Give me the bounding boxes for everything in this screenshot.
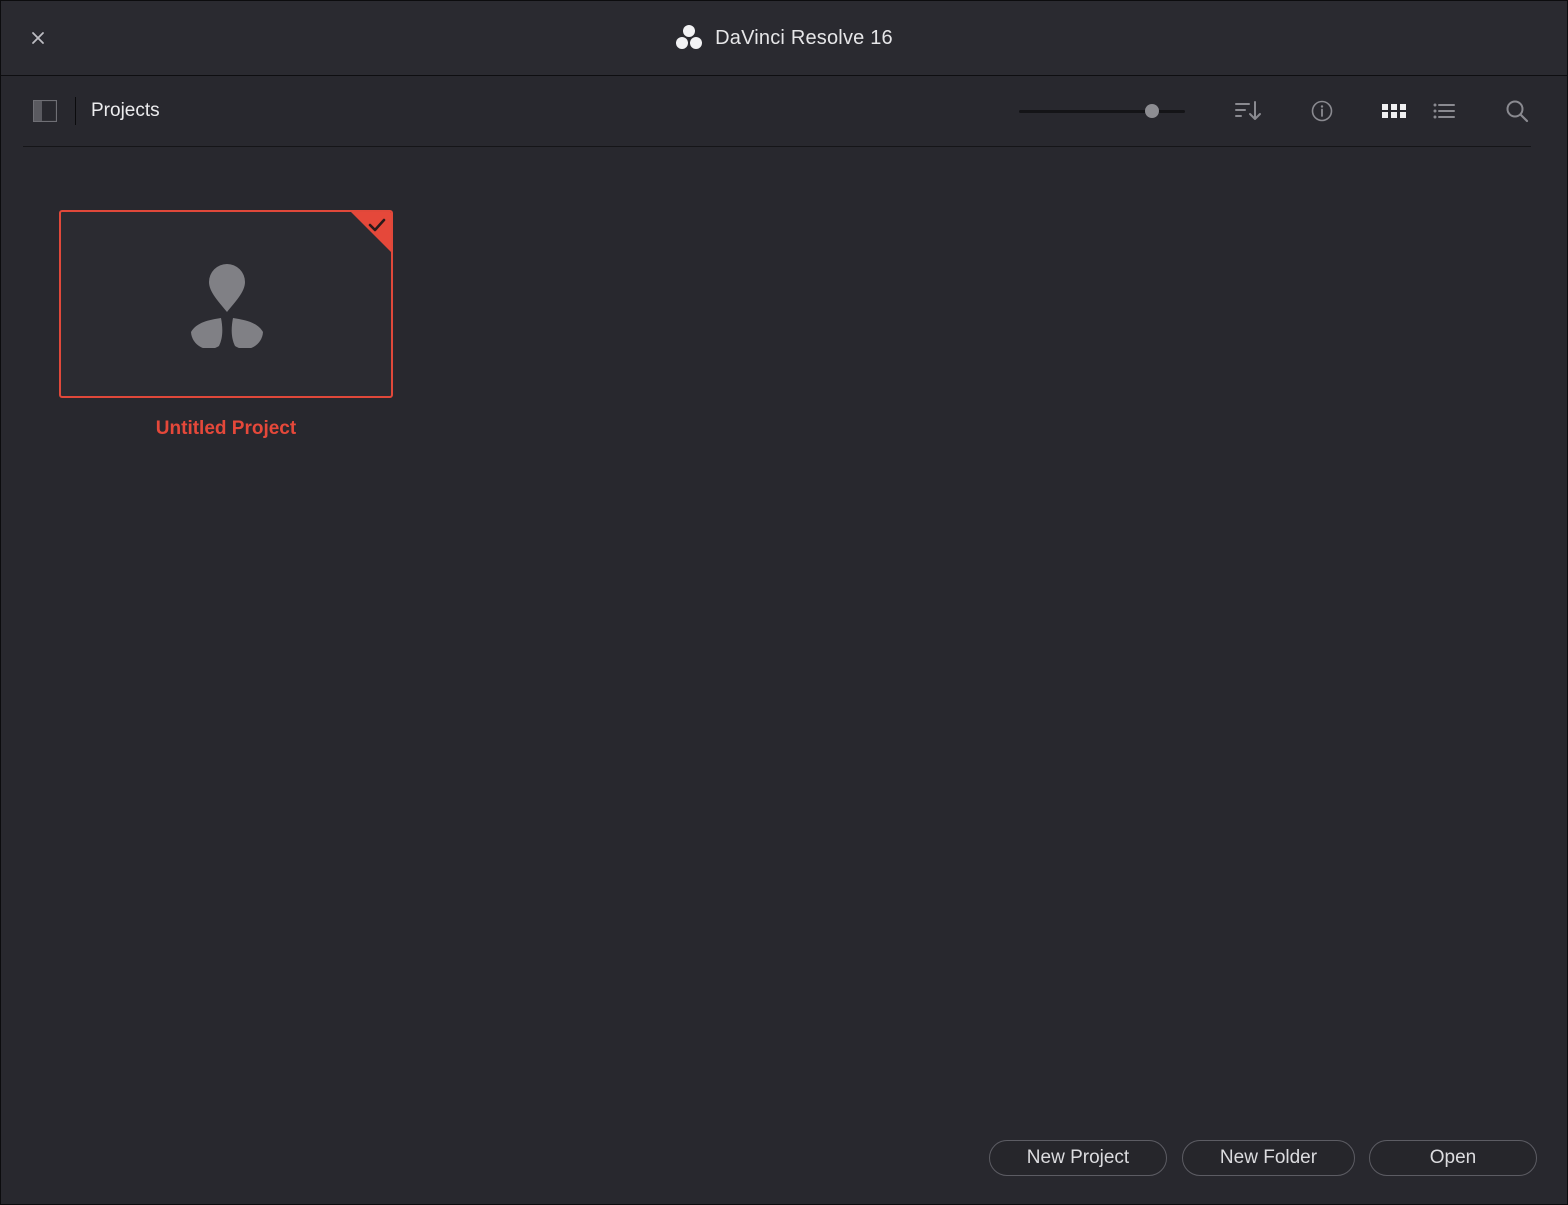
search-icon [1506,100,1529,123]
sort-button[interactable] [1234,97,1264,125]
project-thumbnail[interactable] [59,210,393,398]
project-card[interactable]: Untitled Project [59,210,393,440]
grid-view-button[interactable] [1379,97,1409,125]
slider-thumb[interactable] [1144,104,1159,118]
sort-icon [1235,101,1261,120]
toolbar: Projects [23,77,1531,147]
slider-track [1019,110,1185,113]
info-icon [1311,100,1333,122]
selected-badge [351,212,391,252]
new-folder-button[interactable]: New Folder [1182,1140,1355,1176]
search-button[interactable] [1502,97,1532,125]
toolbar-divider [75,97,76,125]
sidebar-panel-icon [32,99,58,123]
info-button[interactable] [1307,97,1337,125]
window-title: DaVinci Resolve 16 [715,26,893,49]
grid-view-icon [1382,104,1406,118]
list-view-button[interactable] [1429,97,1459,125]
project-manager-window: DaVinci Resolve 16 Projects Untitled Pro… [0,0,1568,1205]
davinci-logo-icon [191,264,263,348]
page-title: Projects [91,100,160,121]
sidebar-toggle-button[interactable] [32,99,58,123]
davinci-logo-icon [676,25,703,49]
list-view-icon [1433,103,1455,119]
new-project-button[interactable]: New Project [989,1140,1167,1176]
thumbnail-size-slider[interactable] [1019,103,1185,119]
title-bar: DaVinci Resolve 16 [1,1,1567,76]
open-button[interactable]: Open [1369,1140,1537,1176]
window-title-group: DaVinci Resolve 16 [1,1,1567,75]
project-name[interactable]: Untitled Project [59,418,393,440]
